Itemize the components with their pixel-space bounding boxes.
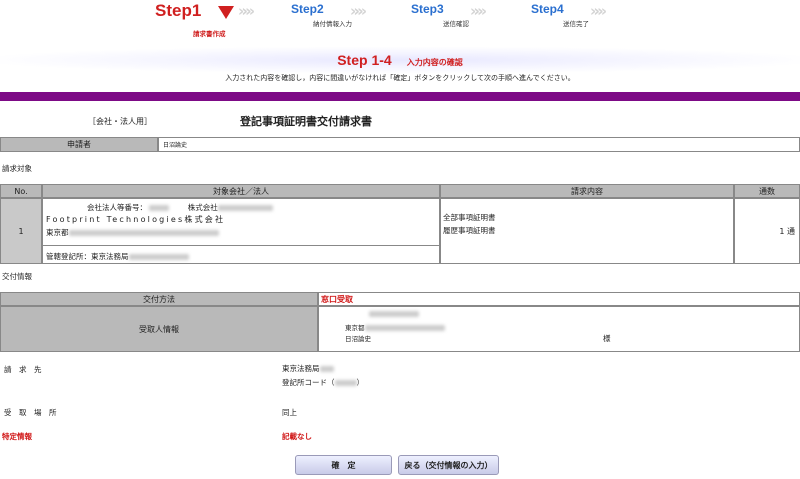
request-to-value: 東京法務局: [282, 364, 320, 373]
row-target: 会社法人等番号： 株式会社 Footprint Technologies株式会社…: [42, 198, 440, 264]
row-no: 1: [0, 198, 42, 264]
redacted-corp-kana: [217, 205, 273, 211]
content-item: 全部事項証明書: [443, 213, 496, 222]
heading-step: Step 1-4: [337, 52, 392, 68]
registry-label: 管轄登記所：: [46, 252, 91, 261]
applicant-name: 日沼論史: [163, 142, 188, 149]
redacted-address: [68, 230, 219, 236]
company-name: Footprint Technologies株式会社: [46, 215, 226, 224]
method-value: 窓口受取: [321, 294, 353, 304]
purple-banner: [0, 92, 800, 101]
redacted-registry-code: [334, 380, 357, 386]
delivery-method-label: 交付方法: [0, 292, 318, 306]
step4-sub: 送信完了: [563, 20, 589, 28]
row-copies: 1 通: [734, 198, 800, 264]
redacted-postal: [369, 311, 419, 317]
col-header-target: 対象会社／法人: [42, 184, 440, 198]
step-chevrons-icon: »»»: [590, 2, 607, 20]
delivery-section-label: 交付情報: [2, 272, 32, 281]
current-step-marker-icon: [218, 6, 234, 19]
content-item: 履歴事項証明書: [443, 226, 496, 235]
heading-title: 入力内容の確認: [406, 58, 463, 67]
form-title: 登記事項証明書交付請求書: [240, 115, 372, 128]
pickup-value: 同上: [282, 408, 297, 417]
step2-sub: 納付情報入力: [313, 20, 352, 28]
col-header-no: No.: [0, 184, 42, 198]
address-prefix: 東京都: [46, 228, 69, 237]
pickup-label: 受 取 場 所: [4, 408, 57, 417]
recipient-label: 受取人情報: [0, 306, 318, 352]
registry-code-close: ）: [356, 378, 365, 387]
special-label: 特定情報: [2, 432, 32, 441]
recipient-honorific: 様: [603, 334, 611, 343]
col-header-content: 請求内容: [440, 184, 734, 198]
col-header-copies: 通数: [734, 184, 800, 198]
heading-instruction: 入力された内容を確認し，内容に間違いがなければ「確定」ボタンをクリックして次の手…: [225, 74, 575, 82]
step4-label: Step4: [531, 2, 564, 16]
registry-code-label: 登記所コード（: [282, 378, 335, 387]
stepper: Step1 »»» 請求書作成 Step2 »»» 納付情報入力 Step3 »…: [0, 0, 800, 40]
special-value: 記載なし: [282, 432, 312, 441]
step-chevrons-icon: »»»: [470, 2, 487, 20]
redacted-registry: [128, 254, 189, 260]
request-section-label: 請求対象: [2, 164, 32, 173]
step3-label: Step3: [411, 2, 444, 16]
step-chevrons-icon: »»»: [238, 2, 255, 20]
delivery-method-value: 窓口受取: [318, 292, 800, 306]
applicant-value: 日沼論史: [158, 137, 800, 152]
corp-number-label: 会社法人等番号：: [87, 203, 147, 212]
applicant-label: 申請者: [0, 137, 158, 152]
step3-sub: 送信確認: [443, 20, 469, 28]
back-button[interactable]: 戻る（交付情報の入力）: [398, 455, 499, 475]
recipient-name: 日沼論史: [345, 335, 371, 343]
recipient-address-prefix: 東京都: [345, 324, 365, 332]
redacted-recipient-address: [364, 325, 445, 331]
step1-label: Step1: [155, 1, 202, 20]
recipient-info: 東京都 日沼論史 様: [318, 306, 800, 352]
step2-label: Step2: [291, 2, 324, 16]
registry-value: 東京法務局: [91, 252, 129, 261]
row-content: 全部事項証明書 履歴事項証明書: [440, 198, 734, 264]
form-category: ［会社・法人用］: [88, 117, 152, 126]
confirm-button[interactable]: 確 定: [295, 455, 392, 475]
redacted-request-to: [319, 366, 334, 372]
step1-sub: 請求書作成: [193, 30, 226, 38]
heading-title-row: Step 1-4 入力内容の確認: [0, 50, 800, 69]
redacted-corp-number: [149, 205, 170, 211]
corp-prefix: 株式会社: [187, 203, 218, 212]
request-to-label: 請 求 先: [4, 365, 42, 374]
